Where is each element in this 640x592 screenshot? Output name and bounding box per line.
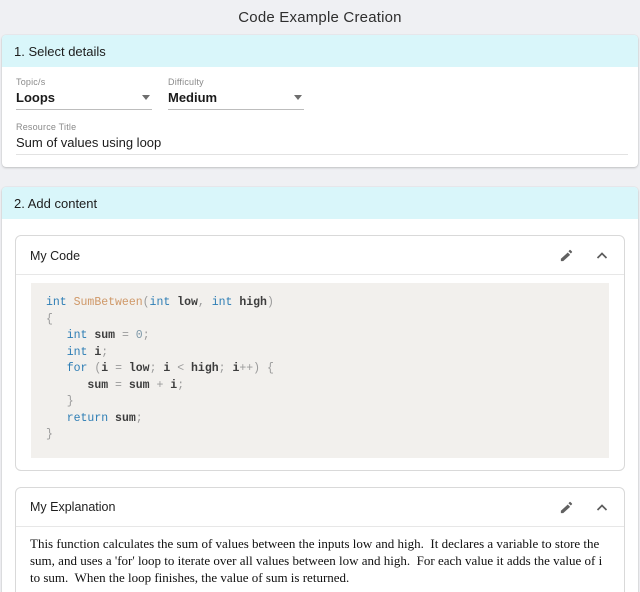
my-code-header: My Code xyxy=(16,236,624,275)
my-explanation-title: My Explanation xyxy=(30,500,557,514)
explanation-text: This function calculates the sum of valu… xyxy=(16,527,624,592)
edit-code-button[interactable] xyxy=(557,246,576,265)
my-code-body: int SumBetween(int low, int high){ int s… xyxy=(16,275,624,470)
my-code-panel: My Code int SumBetween(int low, int high… xyxy=(15,235,625,471)
resource-title-value: Sum of values using loop xyxy=(16,135,161,150)
difficulty-value: Medium xyxy=(168,90,217,105)
chevron-up-icon xyxy=(596,248,608,263)
collapse-code-button[interactable] xyxy=(594,249,610,262)
add-content-card: 2. Add content My Code int SumBetween(in… xyxy=(2,187,638,592)
topic-label: Topic/s xyxy=(16,77,152,87)
caret-down-icon[interactable] xyxy=(294,95,302,100)
pencil-icon xyxy=(559,251,574,266)
my-explanation-panel: My Explanation This function calculates … xyxy=(15,487,625,592)
section-header-select-details: 1. Select details xyxy=(2,35,638,67)
caret-down-icon[interactable] xyxy=(142,95,150,100)
topic-select[interactable]: Topic/s Loops xyxy=(16,77,152,110)
select-details-card: 1. Select details Topic/s Loops Difficul… xyxy=(2,35,638,167)
my-explanation-header: My Explanation xyxy=(16,488,624,527)
resource-title-input[interactable]: Resource Title Sum of values using loop xyxy=(16,122,628,155)
add-content-body: My Code int SumBetween(int low, int high… xyxy=(2,219,638,592)
my-code-title: My Code xyxy=(30,249,557,263)
page-title: Code Example Creation xyxy=(0,0,640,26)
difficulty-label: Difficulty xyxy=(168,77,304,87)
code-block: int SumBetween(int low, int high){ int s… xyxy=(31,283,609,458)
pencil-icon xyxy=(559,503,574,518)
difficulty-select[interactable]: Difficulty Medium xyxy=(168,77,304,110)
edit-explanation-button[interactable] xyxy=(557,498,576,517)
collapse-explanation-button[interactable] xyxy=(594,501,610,514)
section-header-add-content: 2. Add content xyxy=(2,187,638,219)
select-details-body: Topic/s Loops Difficulty Medium Resource… xyxy=(2,67,638,167)
topic-value: Loops xyxy=(16,90,55,105)
chevron-up-icon xyxy=(596,500,608,515)
resource-title-label: Resource Title xyxy=(16,122,628,132)
